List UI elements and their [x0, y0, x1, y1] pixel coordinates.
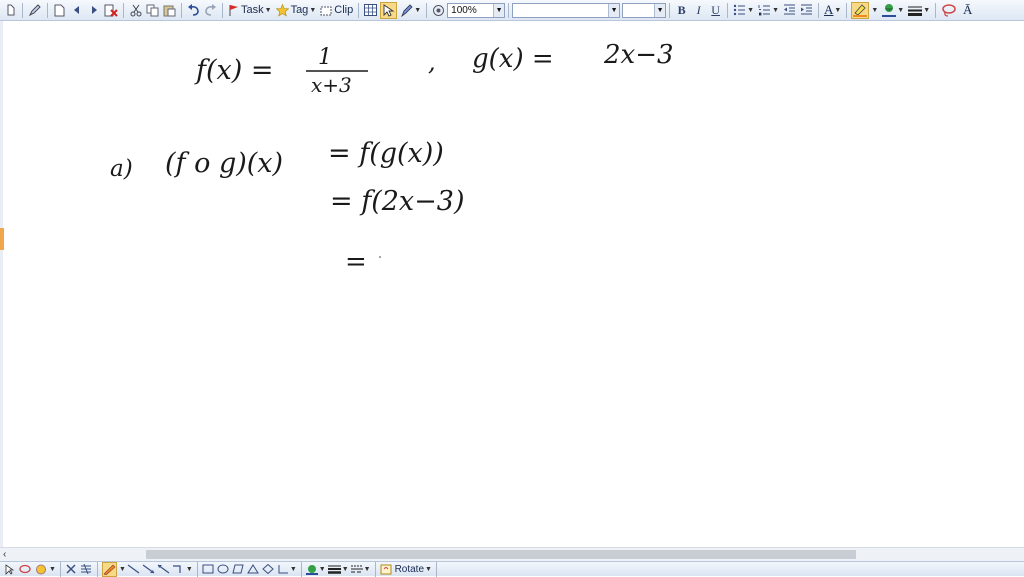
drawing-toolbar: ▼ ▼ ▼ ▼ ▼ ▼ ▼ Rotate ▼ — [0, 561, 1024, 577]
rectangle-tool-icon[interactable] — [202, 563, 215, 576]
triangle-tool-icon[interactable] — [247, 563, 260, 576]
draw-pen-icon[interactable] — [101, 561, 117, 577]
rotate-label: Rotate — [394, 563, 425, 575]
step3-rhs: = — [345, 247, 367, 277]
axes-tool-icon[interactable]: ▼ — [277, 563, 297, 576]
line1-f-definition: f(x) = — [194, 55, 274, 86]
chevron-down-icon[interactable]: ▼ — [425, 566, 432, 573]
toolbar-separator — [435, 561, 437, 577]
toolbar-separator — [374, 561, 376, 577]
chevron-down-icon[interactable]: ▼ — [342, 566, 349, 573]
rotate-button[interactable]: Rotate ▼ — [380, 563, 432, 576]
line1-g-rhs: 2x−3 — [603, 40, 674, 70]
toolbar-separator — [96, 561, 98, 577]
handwriting-layer: f(x) = 1 x+3 , g(x) = 2x−3 a) (f o g)(x)… — [110, 40, 674, 277]
scrollbar-thumb[interactable] — [146, 550, 856, 559]
line1-fraction-denominator: x+3 — [311, 73, 352, 97]
ellipse-tool-icon[interactable] — [217, 563, 230, 576]
dash-style-icon[interactable]: ▼ — [350, 563, 371, 576]
chevron-down-icon[interactable]: ▼ — [186, 566, 193, 573]
diamond-tool-icon[interactable] — [262, 563, 275, 576]
line-style-icon[interactable]: ▼ — [327, 563, 349, 576]
parallelogram-tool-icon[interactable] — [232, 563, 245, 576]
select-arrow-icon[interactable] — [3, 563, 16, 576]
connector-tool-icon[interactable]: ▼ — [172, 563, 193, 576]
toolbar-separator — [300, 561, 302, 577]
delete-icon[interactable] — [65, 563, 78, 576]
line1-fraction-numerator: 1 — [318, 45, 332, 70]
double-arrow-tool-icon[interactable] — [157, 563, 170, 576]
fill-color-icon[interactable]: ▼ — [305, 563, 326, 576]
line1-g-definition: g(x) = — [472, 44, 554, 74]
chevron-down-icon[interactable]: ▼ — [290, 566, 297, 573]
chevron-down-icon[interactable]: ▼ — [319, 566, 326, 573]
stamp-icon[interactable]: ▼ — [34, 563, 56, 576]
part-a-label: a) — [110, 156, 133, 182]
step1-lhs: (f o g)(x) — [165, 148, 283, 179]
toolbar-separator — [59, 561, 61, 577]
lasso-select-icon[interactable] — [18, 563, 32, 576]
chevron-down-icon[interactable]: ▼ — [49, 566, 56, 573]
horizontal-scrollbar[interactable]: ‹ — [0, 547, 1024, 561]
line-tool-icon[interactable] — [127, 563, 140, 576]
chevron-down-icon[interactable]: ▼ — [364, 566, 371, 573]
step1-rhs: = f(g(x)) — [328, 138, 444, 169]
eraser-icon[interactable] — [80, 563, 93, 576]
chevron-down-icon[interactable]: ▼ — [119, 566, 126, 573]
ink-dot — [379, 256, 381, 258]
toolbar-separator — [196, 561, 198, 577]
arrow-line-tool-icon[interactable] — [142, 563, 155, 576]
step2-rhs: = f(2x−3) — [330, 186, 464, 217]
line1-comma: , — [428, 48, 436, 76]
scroll-left-icon[interactable]: ‹ — [3, 548, 6, 561]
